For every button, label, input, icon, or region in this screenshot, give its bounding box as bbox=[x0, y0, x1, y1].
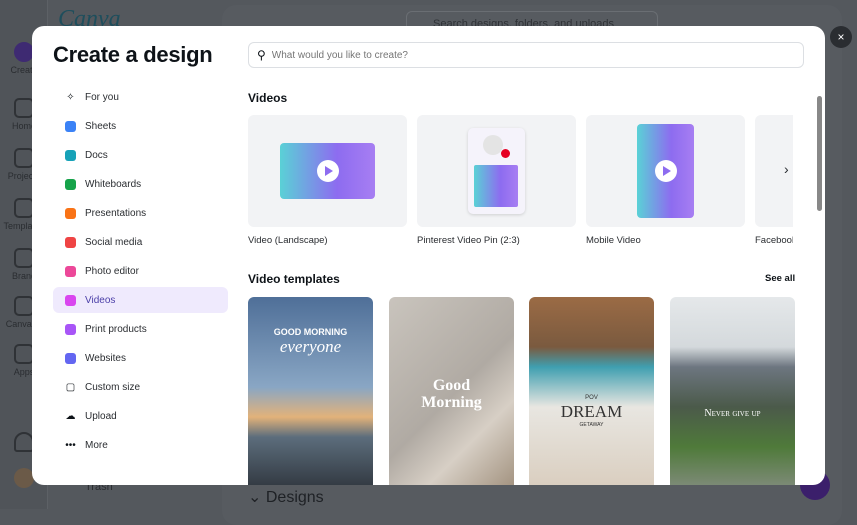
carousel-next-button[interactable]: › bbox=[784, 161, 789, 177]
video-card-pinterest[interactable]: Pinterest Video Pin (2:3) bbox=[417, 115, 576, 245]
nav-item-custom-size[interactable]: ▢ Custom size bbox=[53, 374, 228, 400]
template-text: Good bbox=[432, 377, 471, 394]
upload-icon: ☁ bbox=[65, 410, 76, 422]
close-button[interactable]: × bbox=[830, 26, 852, 48]
see-all-link[interactable]: See all bbox=[765, 273, 795, 284]
category-nav: ✧ For you Sheets Docs Whiteboards Presentatio… bbox=[53, 84, 228, 461]
nav-item-docs[interactable]: Docs bbox=[53, 142, 228, 168]
create-search[interactable]: ⚲ bbox=[248, 42, 804, 68]
video-card-landscape[interactable]: Video (Landscape) bbox=[248, 115, 407, 245]
template-text: Morning bbox=[421, 394, 482, 411]
more-icon: ••• bbox=[65, 439, 76, 451]
template-text: GOOD MORNING bbox=[273, 327, 348, 337]
card-label: Mobile Video bbox=[586, 235, 641, 245]
template-card[interactable]: POV DREAM GETAWAY bbox=[529, 297, 654, 485]
thumbnail bbox=[417, 115, 576, 227]
sheets-icon bbox=[65, 120, 76, 132]
play-icon bbox=[654, 160, 677, 182]
background-designs: ⌄ Designs bbox=[248, 489, 324, 506]
nav-label: Custom size bbox=[85, 381, 141, 393]
nav-item-photo-editor[interactable]: Photo editor bbox=[53, 258, 228, 284]
template-text: DREAM bbox=[560, 402, 623, 421]
thumbnail bbox=[248, 115, 407, 227]
nav-item-print-products[interactable]: Print products bbox=[53, 316, 228, 342]
nav-label: Presentations bbox=[85, 207, 147, 219]
nav-item-videos[interactable]: Videos bbox=[53, 287, 228, 313]
designs-label: Designs bbox=[265, 489, 324, 506]
presentation-icon bbox=[65, 207, 76, 219]
template-text: Never give up bbox=[704, 408, 761, 419]
nav-item-for-you[interactable]: ✧ For you bbox=[53, 84, 228, 110]
nav-label: Photo editor bbox=[85, 265, 139, 277]
modal-title: Create a design bbox=[53, 42, 213, 67]
create-design-modal: Create a design ✧ For you Sheets Docs Whiteb… bbox=[32, 26, 825, 485]
template-card[interactable]: GOOD MORNING everyone bbox=[248, 297, 373, 485]
nav-label: Whiteboards bbox=[85, 178, 142, 190]
nav-item-sheets[interactable]: Sheets bbox=[53, 113, 228, 139]
template-text: everyone bbox=[279, 337, 342, 356]
templates-heading: Video templates bbox=[248, 272, 340, 286]
camera-icon bbox=[65, 265, 76, 277]
template-card[interactable]: Good Morning bbox=[389, 297, 514, 485]
printer-icon bbox=[65, 323, 76, 335]
nav-item-upload[interactable]: ☁ Upload bbox=[53, 403, 228, 429]
website-icon bbox=[65, 352, 76, 364]
template-text: POV bbox=[585, 395, 598, 401]
nav-label: Print products bbox=[85, 323, 147, 335]
card-label: Facebook Video bbox=[755, 235, 793, 245]
card-label: Video (Landscape) bbox=[248, 235, 328, 245]
sparkle-icon: ✧ bbox=[66, 91, 75, 103]
template-card[interactable]: Never give up bbox=[670, 297, 795, 485]
resize-icon: ▢ bbox=[65, 381, 76, 393]
docs-icon bbox=[65, 149, 76, 161]
search-icon: ⚲ bbox=[257, 48, 266, 62]
nav-label: Sheets bbox=[85, 120, 117, 132]
nav-label: Websites bbox=[85, 352, 126, 364]
nav-label: For you bbox=[85, 91, 119, 103]
video-card-mobile[interactable]: Mobile Video bbox=[586, 115, 745, 245]
nav-item-whiteboards[interactable]: Whiteboards bbox=[53, 171, 228, 197]
nav-label: More bbox=[85, 439, 108, 451]
videos-heading: Videos bbox=[248, 91, 288, 105]
videos-carousel: Video (Landscape) Pinterest Video Pin (2… bbox=[248, 115, 793, 245]
nav-label: Upload bbox=[85, 410, 117, 422]
whiteboard-icon bbox=[65, 178, 76, 190]
thumbnail bbox=[586, 115, 745, 227]
video-card-facebook[interactable]: Facebook Video bbox=[755, 115, 793, 245]
nav-label: Social media bbox=[85, 236, 143, 248]
nav-item-presentations[interactable]: Presentations bbox=[53, 200, 228, 226]
nav-item-social-media[interactable]: Social media bbox=[53, 229, 228, 255]
play-icon bbox=[316, 160, 339, 182]
card-label: Pinterest Video Pin (2:3) bbox=[417, 235, 520, 245]
heart-icon bbox=[65, 236, 76, 248]
nav-label: Videos bbox=[85, 294, 116, 306]
video-icon bbox=[65, 294, 76, 306]
create-search-input[interactable] bbox=[271, 49, 803, 61]
template-text: GETAWAY bbox=[579, 422, 604, 428]
nav-label: Docs bbox=[85, 149, 108, 161]
scrollbar[interactable] bbox=[817, 96, 822, 211]
nav-item-more[interactable]: ••• More bbox=[53, 432, 228, 458]
pinterest-icon bbox=[501, 149, 510, 158]
nav-item-websites[interactable]: Websites bbox=[53, 345, 228, 371]
